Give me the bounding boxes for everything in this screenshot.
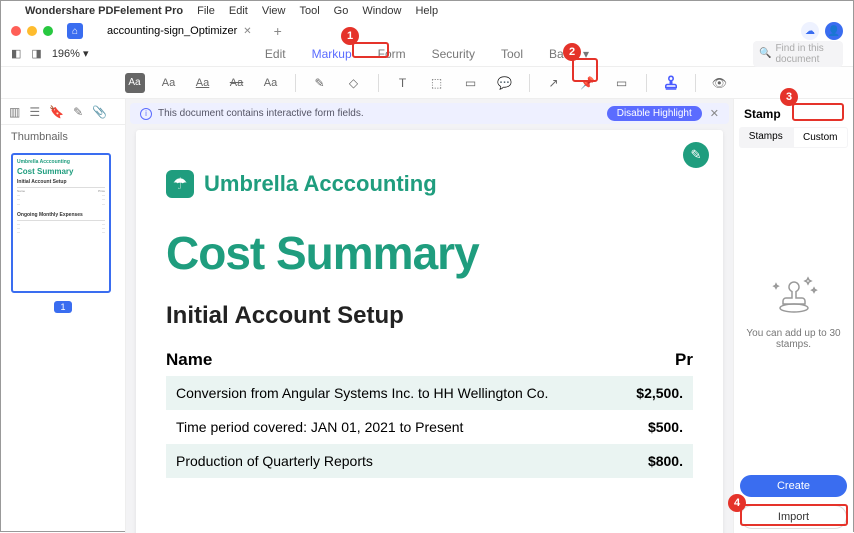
thumb-brand: Umbrella Acccounting [17, 159, 105, 165]
sidebar-toggle-icon[interactable]: ◧ [11, 47, 21, 60]
callout-balloon-2: 2 [563, 43, 581, 61]
right-sidebar-stamp: Stamp Stamps Custom You can add up to 30… [733, 99, 853, 533]
annotations-tab-icon[interactable]: ✎ [73, 105, 83, 119]
doc-heading-1: Cost Summary [166, 226, 693, 280]
note-icon[interactable]: ▭ [461, 73, 481, 93]
cost-table: Name Pr Conversion from Angular Systems … [166, 344, 693, 478]
toolbar-separator [529, 74, 530, 92]
form-fields-notice: i This document contains interactive for… [130, 103, 729, 124]
tab-stamps[interactable]: Stamps [739, 127, 793, 148]
window-zoom-icon[interactable] [43, 26, 53, 36]
menu-file[interactable]: File [197, 5, 215, 17]
floating-sign-button[interactable]: ✎ [683, 142, 709, 168]
tab-close-icon[interactable]: ✕ [243, 26, 251, 37]
left-sidebar: ▥ ☰ 🔖 ✎ 📎 Thumbnails Umbrella Acccountin… [1, 99, 126, 533]
menu-tool[interactable]: Tool [299, 5, 319, 17]
zoom-control[interactable]: 196% ▾ [52, 47, 89, 60]
brand-logo-icon: ☂ [166, 170, 194, 198]
menu-window[interactable]: Window [362, 5, 401, 17]
strikethrough-icon[interactable]: Aa [227, 73, 247, 93]
pin-icon[interactable]: 📌 [578, 73, 598, 93]
left-panel-title: Thumbnails [1, 125, 125, 149]
thumbnails-tab-icon[interactable]: ▥ [9, 105, 20, 119]
document-page[interactable]: ✎ ☂ Umbrella Acccounting Cost Summary In… [136, 130, 723, 533]
col-name: Name [166, 350, 623, 370]
brand-name: Umbrella Acccounting [204, 171, 437, 197]
text-tool-aa-2[interactable]: Aa [261, 73, 281, 93]
toolbar-separator [295, 74, 296, 92]
arrow-icon[interactable]: ↗ [544, 73, 564, 93]
bookmark-tab-icon[interactable]: 🔖 [49, 105, 64, 119]
menu-view[interactable]: View [262, 5, 286, 17]
new-tab-button[interactable]: + [274, 23, 282, 39]
menu-go[interactable]: Go [334, 5, 349, 17]
toolbar-separator [378, 74, 379, 92]
eraser-icon[interactable]: ◇ [344, 73, 364, 93]
tab-custom[interactable]: Custom [793, 127, 849, 148]
info-icon: i [140, 108, 152, 120]
col-price: Pr [623, 350, 693, 370]
menu-help[interactable]: Help [415, 5, 438, 17]
pencil-icon[interactable]: ✎ [310, 73, 330, 93]
chevron-down-icon: ▾ [83, 47, 89, 60]
callout-balloon-4: 4 [728, 494, 746, 512]
underline-icon[interactable]: Aa [193, 73, 213, 93]
zoom-value: 196% [52, 48, 80, 60]
toolbar-subbar: ◧ ◨ 196% ▾ Edit Markup Form Security Too… [1, 41, 853, 67]
stamp-empty-text: You can add up to 30 stamps. [744, 328, 843, 350]
stamp-tool-icon[interactable] [661, 73, 681, 93]
textbox-icon[interactable]: T [393, 73, 413, 93]
table-row: Time period covered: JAN 01, 2021 to Pre… [166, 410, 693, 444]
user-avatar-icon[interactable]: 👤 [825, 22, 843, 40]
stamp-empty-state: You can add up to 30 stamps. [734, 148, 853, 471]
comment-icon[interactable]: 💬 [495, 73, 515, 93]
mode-markup[interactable]: Markup [308, 45, 356, 63]
doc-heading-2: Initial Account Setup [166, 302, 693, 330]
window-minimize-icon[interactable] [27, 26, 37, 36]
notice-text: This document contains interactive form … [158, 108, 364, 119]
shape-icon[interactable]: ▭ [612, 73, 632, 93]
callout-balloon-3: 3 [780, 88, 798, 106]
panel-toggle-icon[interactable]: ◨ [31, 47, 41, 60]
eye-icon[interactable]: 👁 [710, 73, 730, 93]
notice-close-icon[interactable]: ✕ [710, 107, 719, 120]
table-row: Conversion from Angular Systems Inc. to … [166, 376, 693, 410]
page-thumbnail[interactable]: Umbrella Acccounting Cost Summary Initia… [11, 153, 111, 293]
attachments-tab-icon[interactable]: 📎 [92, 105, 107, 119]
document-tab-label: accounting-sign_Optimizer [107, 25, 237, 37]
mode-security[interactable]: Security [428, 45, 479, 63]
outline-tab-icon[interactable]: ☰ [29, 105, 40, 119]
menubar-app-title: Wondershare PDFelement Pro [25, 5, 183, 17]
mode-tool[interactable]: Tool [497, 45, 527, 63]
table-row: Production of Quarterly Reports $800. [166, 444, 693, 478]
create-stamp-button[interactable]: Create [740, 475, 847, 497]
mode-edit[interactable]: Edit [261, 45, 290, 63]
mac-menubar: Wondershare PDFelement Pro File Edit Vie… [1, 1, 853, 21]
document-viewport: i This document contains interactive for… [126, 99, 733, 533]
disable-highlight-button[interactable]: Disable Highlight [607, 106, 702, 121]
window-titlebar: ⌂ accounting-sign_Optimizer ✕ + ☁ 👤 [1, 21, 853, 41]
chevron-down-icon: ▾ [583, 47, 589, 61]
cloud-icon[interactable]: ☁ [801, 22, 819, 40]
toolbar-separator [646, 74, 647, 92]
markup-toolbar: Aa Aa Aa Aa Aa ✎ ◇ T ⬚ ▭ 💬 ↗ 📌 ▭ 👁 [1, 67, 853, 99]
menu-edit[interactable]: Edit [229, 5, 248, 17]
text-tool-aa-1[interactable]: Aa [159, 73, 179, 93]
thumb-title: Cost Summary [17, 167, 105, 176]
search-input[interactable]: 🔍 Find in this document [753, 41, 843, 67]
app-logo-icon: ⌂ [67, 23, 83, 39]
page-number-badge: 1 [54, 301, 71, 313]
highlight-block-icon[interactable]: Aa [125, 73, 145, 93]
search-placeholder: Find in this document [775, 43, 837, 65]
document-tab[interactable]: accounting-sign_Optimizer ✕ [99, 23, 260, 39]
search-icon: 🔍 [759, 48, 771, 59]
toolbar-separator [695, 74, 696, 92]
import-stamp-button[interactable]: Import [740, 505, 847, 529]
mode-tabs: Edit Markup Form Security Tool Batch ▾ [261, 45, 593, 63]
callout-icon[interactable]: ⬚ [427, 73, 447, 93]
mode-form[interactable]: Form [374, 45, 410, 63]
window-close-icon[interactable] [11, 26, 21, 36]
callout-balloon-1: 1 [341, 27, 359, 45]
stamp-illustration-icon [766, 270, 822, 318]
